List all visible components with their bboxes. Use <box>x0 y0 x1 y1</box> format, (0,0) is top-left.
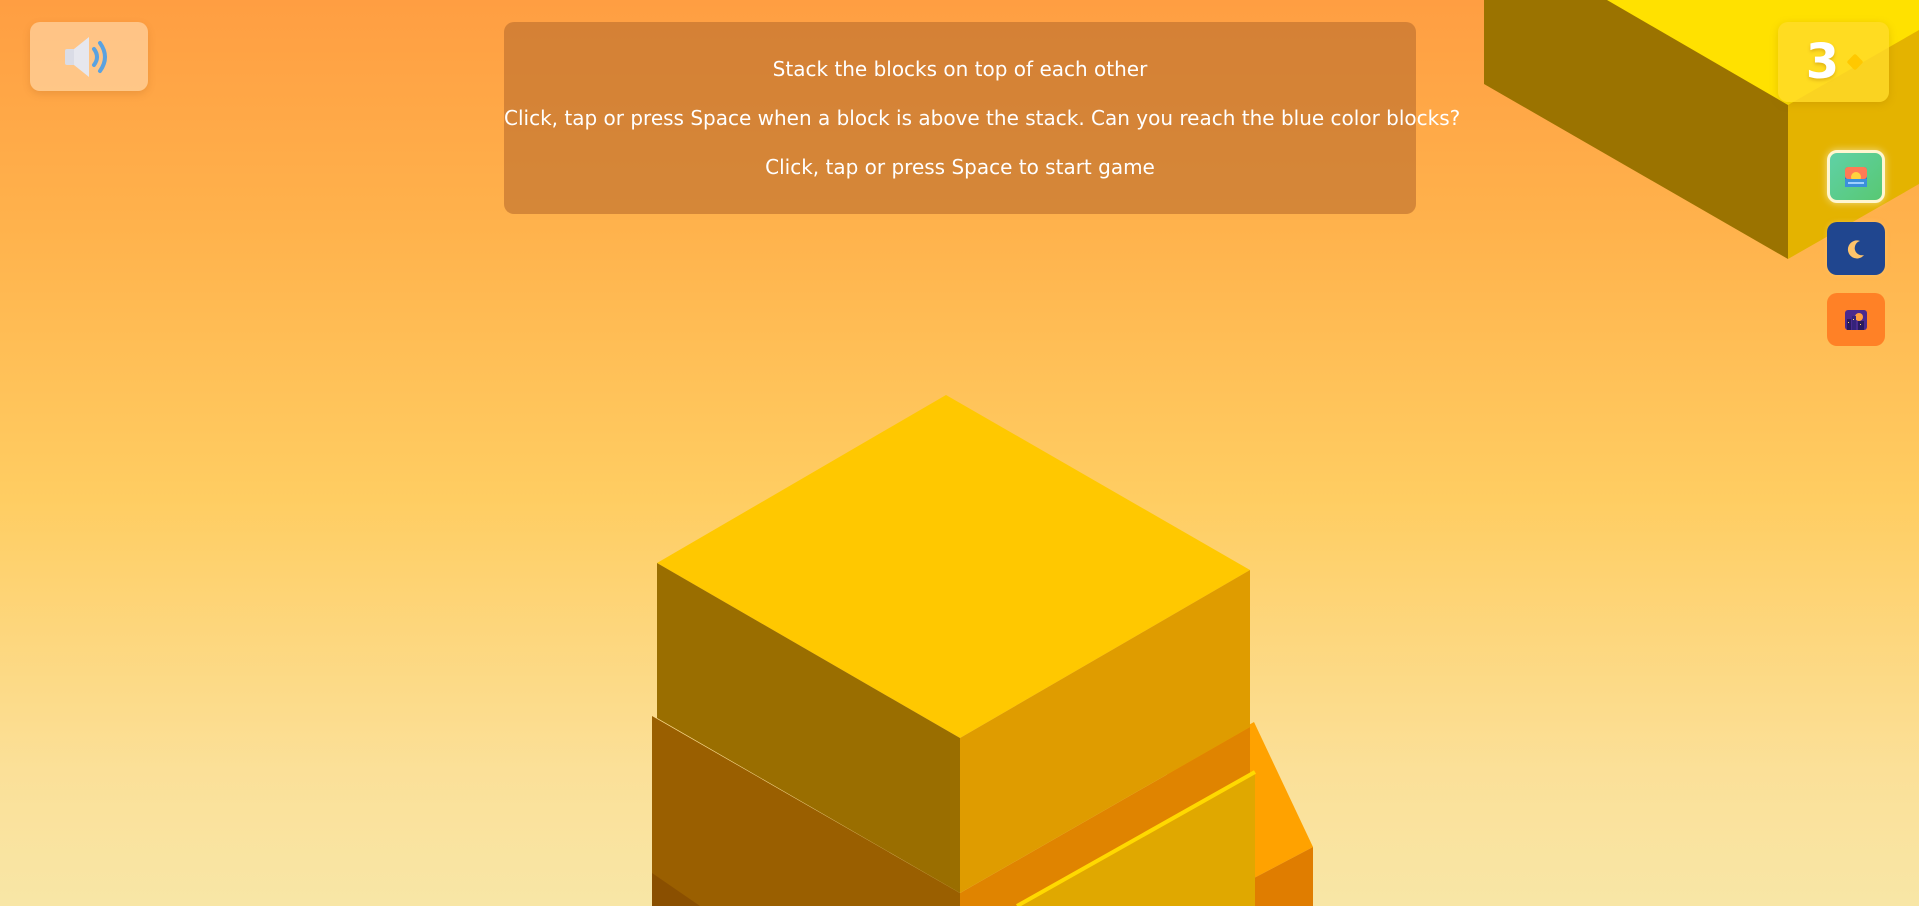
moon-icon <box>1847 239 1864 258</box>
theme-day-button[interactable] <box>1827 150 1885 203</box>
sound-toggle-button[interactable] <box>30 22 148 91</box>
theme-night-button[interactable] <box>1827 222 1885 275</box>
instruction-line-2: Click, tap or press Space when a block i… <box>504 106 1461 130</box>
score-display: 3 <box>1778 22 1889 102</box>
gem-icon <box>1846 53 1864 71</box>
sunrise-icon <box>1845 166 1867 187</box>
score-value: 3 <box>1805 34 1840 90</box>
speaker-volume-icon <box>65 36 107 77</box>
instruction-line-3: Click, tap or press Space to start game <box>765 155 1155 179</box>
instruction-line-1: Stack the blocks on top of each other <box>772 57 1148 81</box>
sunset-city-icon <box>1845 309 1867 330</box>
instructions-panel: Stack the blocks on top of each other Cl… <box>504 22 1461 214</box>
theme-sunset-button[interactable] <box>1827 293 1885 346</box>
